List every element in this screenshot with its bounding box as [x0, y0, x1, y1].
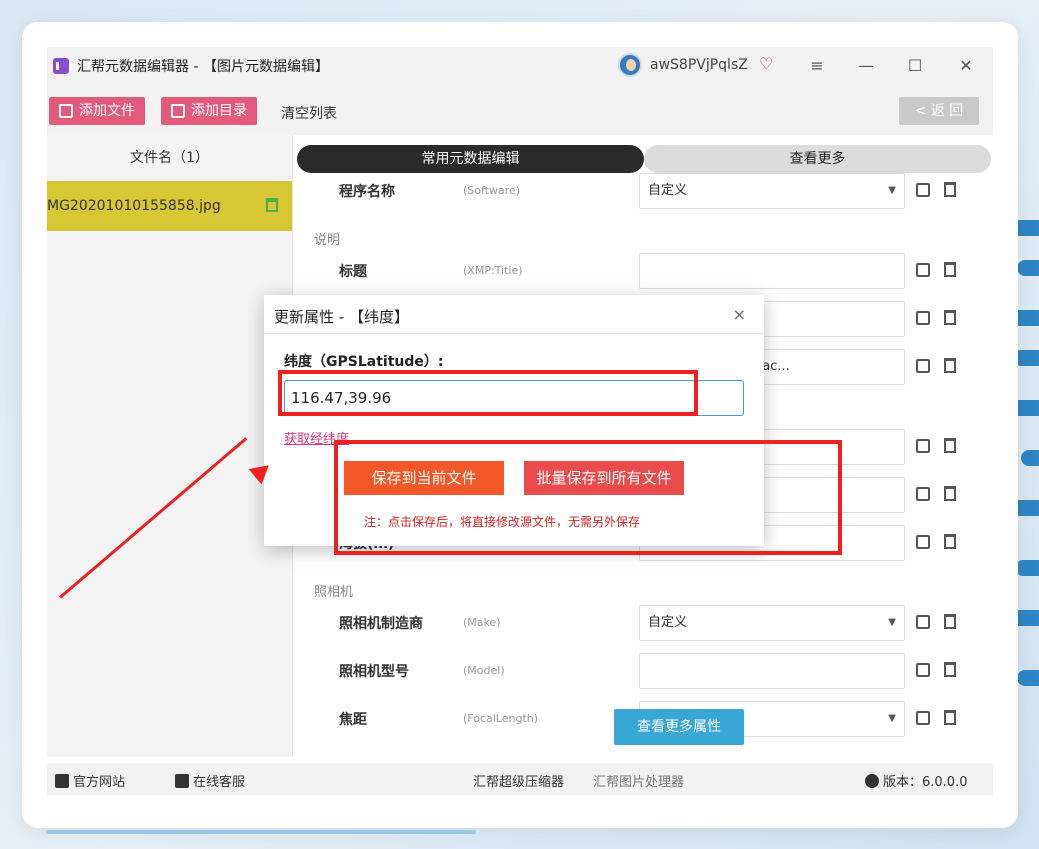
chevron-down-icon: ▼ [888, 617, 896, 628]
tab-common-metadata[interactable]: 常用元数据编辑 [297, 145, 644, 173]
model-input[interactable] [639, 653, 905, 689]
trash-icon[interactable] [944, 710, 956, 725]
tab-bar: 常用元数据编辑 查看更多 [297, 145, 991, 173]
online-support-link[interactable]: 在线客服 [175, 771, 245, 790]
section-camera: 照相机 [314, 585, 354, 600]
make-select[interactable]: 自定义 ▼ [639, 605, 905, 641]
official-website-link[interactable]: 官方网站 [55, 771, 125, 790]
image-tool-link[interactable]: 汇帮图片处理器 [593, 771, 684, 790]
add-file-button[interactable]: 添加文件 [49, 97, 145, 125]
field-row-title: 标题 (XMP:Title) [294, 253, 993, 289]
field-label: 照相机制造商 [339, 616, 423, 632]
clear-list-button[interactable]: 清空列表 [281, 103, 337, 123]
trash-icon[interactable] [944, 262, 956, 277]
software-select[interactable]: 自定义 ▼ [639, 173, 905, 209]
field-row-software: 程序名称 (Software) 自定义 ▼ [294, 173, 993, 209]
trash-icon[interactable] [944, 534, 956, 549]
section-description: 说明 [314, 233, 341, 248]
edit-icon[interactable] [916, 311, 930, 325]
trash-icon[interactable] [944, 438, 956, 453]
folder-add-icon [171, 104, 185, 118]
maximize-icon[interactable]: ☐ [902, 53, 928, 79]
tab-view-more[interactable]: 查看更多 [644, 145, 991, 173]
close-window-icon[interactable]: ✕ [953, 53, 979, 79]
minimize-icon[interactable]: — [853, 53, 879, 79]
title-input[interactable] [639, 253, 905, 289]
file-list-panel: 文件名（1） MG20201010155858.jpg [47, 135, 293, 757]
field-tag: (Model) [463, 664, 505, 677]
file-list-header: 文件名（1） [130, 150, 209, 166]
edit-icon[interactable] [916, 615, 930, 629]
status-bar: 官方网站 在线客服 汇帮超级压缩器 汇帮图片处理器 版本：6.0.0.0 [47, 763, 993, 795]
title-bar: 汇帮元数据编辑器 - 【图片元数据编辑】 [47, 47, 993, 85]
field-row-model: 照相机型号 (Model) [294, 653, 993, 689]
add-file-label: 添加文件 [79, 103, 135, 119]
file-name: MG20201010155858.jpg [47, 198, 221, 214]
trash-icon[interactable] [266, 198, 278, 212]
trash-icon[interactable] [944, 486, 956, 501]
field-tag: (XMP:Title) [463, 264, 523, 277]
edit-icon[interactable] [916, 439, 930, 453]
trash-icon[interactable] [944, 614, 956, 629]
field-label: 焦距 [339, 712, 367, 728]
file-icon [59, 104, 73, 118]
field-row-make: 照相机制造商 (Make) 自定义 ▼ [294, 605, 993, 641]
add-directory-button[interactable]: 添加目录 [161, 97, 257, 125]
toolbar: 添加文件 添加目录 清空列表 < 返 回 [47, 85, 993, 135]
edit-icon[interactable] [916, 183, 930, 197]
user-avatar[interactable] [618, 53, 642, 77]
edit-icon[interactable] [916, 711, 930, 725]
field-tag: (Software) [463, 184, 521, 197]
home-icon [55, 774, 69, 788]
vip-diamond-icon[interactable]: ♡ [759, 54, 779, 74]
trash-icon[interactable] [944, 310, 956, 325]
version-label: 版本：6.0.0.0 [865, 771, 967, 790]
field-tag: (Make) [463, 616, 501, 629]
chevron-down-icon: ▼ [888, 185, 896, 196]
edit-icon[interactable] [916, 487, 930, 501]
annotation-box-input [278, 370, 698, 416]
field-label: 照相机型号 [339, 664, 409, 680]
field-tag: (FocalLength) [463, 712, 539, 725]
list-item[interactable]: MG20201010155858.jpg [47, 181, 292, 231]
chevron-down-icon: ▼ [888, 713, 896, 724]
dialog-title: 更新属性 - 【纬度】 [274, 308, 409, 326]
annotation-box-buttons [334, 440, 842, 555]
view-more-attributes-button[interactable]: 查看更多属性 [614, 709, 744, 745]
edit-icon[interactable] [916, 535, 930, 549]
field-label: 程序名称 [339, 184, 395, 200]
divider [264, 333, 764, 334]
edit-icon[interactable] [916, 359, 930, 373]
compressor-link[interactable]: 汇帮超级压缩器 [473, 771, 564, 790]
back-button[interactable]: < 返 回 [899, 97, 979, 125]
latitude-label: 纬度（GPSLatitude）: [284, 354, 444, 370]
edit-icon[interactable] [916, 663, 930, 677]
close-icon[interactable]: × [733, 305, 746, 324]
app-logo-icon [53, 58, 72, 74]
refresh-icon [865, 774, 879, 788]
edit-icon[interactable] [916, 263, 930, 277]
field-label: 标题 [339, 264, 367, 280]
trash-icon[interactable] [944, 182, 956, 197]
add-directory-label: 添加目录 [191, 103, 247, 119]
user-name[interactable]: awS8PVjPqlsZ [650, 57, 748, 73]
menu-icon[interactable]: ≡ [804, 53, 830, 79]
window-title: 汇帮元数据编辑器 - 【图片元数据编辑】 [77, 59, 329, 75]
support-icon [175, 774, 189, 788]
trash-icon[interactable] [944, 662, 956, 677]
trash-icon[interactable] [944, 358, 956, 373]
scroll-indicator [46, 830, 476, 834]
